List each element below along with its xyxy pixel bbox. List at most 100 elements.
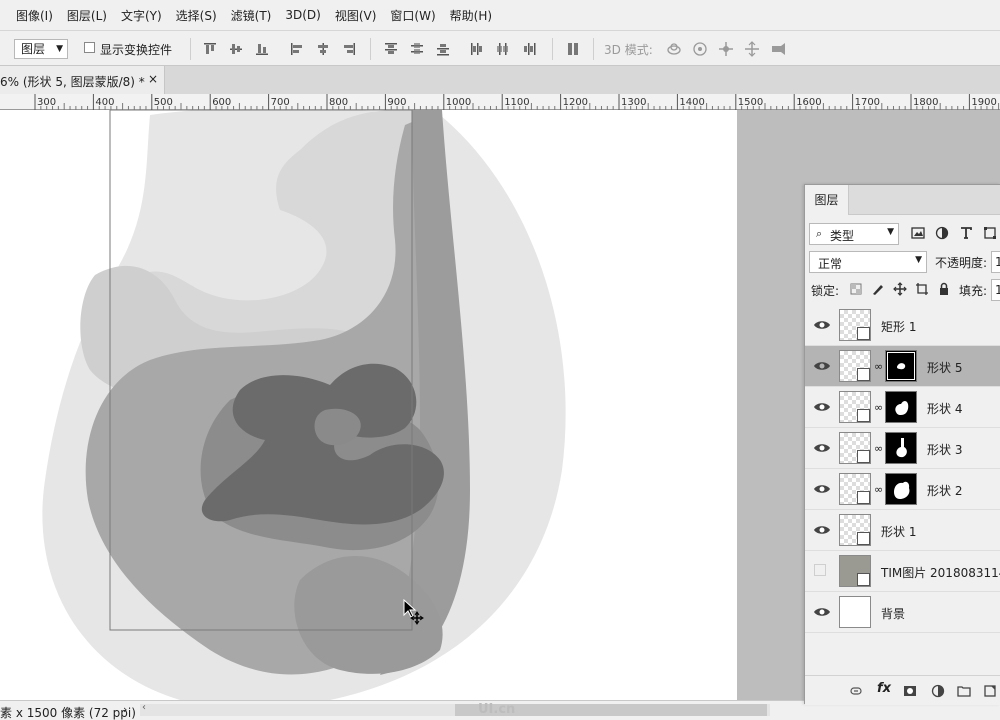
distribute-top-icon[interactable] — [383, 41, 399, 57]
align-left-icon[interactable] — [289, 41, 305, 57]
auto-select-dropdown[interactable]: 图层 ▼ — [14, 39, 68, 59]
fx-icon[interactable]: fx — [877, 681, 891, 696]
move-cursor-icon — [403, 599, 424, 625]
eye-icon[interactable] — [813, 482, 831, 496]
layer-mask-thumbnail[interactable] — [885, 391, 917, 423]
eye-icon[interactable] — [813, 441, 831, 455]
filter-pixel-icon[interactable] — [911, 226, 925, 240]
close-icon[interactable]: × — [148, 72, 158, 86]
layer-name[interactable]: 形状 2 — [927, 482, 962, 499]
eye-icon[interactable] — [813, 359, 831, 373]
layer-row-rect-1[interactable]: 矩形 1 — [805, 305, 1000, 346]
layer-name[interactable]: 形状 1 — [881, 523, 916, 540]
horizontal-scrollbar[interactable] — [140, 704, 770, 716]
3d-orbit-icon[interactable] — [666, 41, 682, 57]
tab-layers[interactable]: 图层 — [805, 185, 849, 215]
status-menu-arrow[interactable]: › — [123, 703, 127, 716]
layer-mask-thumbnail[interactable] — [885, 473, 917, 505]
shape-badge-icon — [857, 450, 870, 463]
layer-row-shape-3[interactable]: ∞ 形状 3 — [805, 428, 1000, 469]
layer-name[interactable]: 形状 5 — [927, 359, 962, 376]
layer-mask-thumbnail[interactable] — [885, 350, 917, 382]
watermark: UI.cn — [478, 702, 516, 717]
3d-roll-icon[interactable] — [692, 41, 708, 57]
add-mask-icon[interactable] — [903, 684, 917, 698]
3d-slide-icon[interactable] — [744, 41, 760, 57]
visibility-toggle-empty[interactable] — [814, 564, 826, 576]
layer-row-shape-1[interactable]: 形状 1 — [805, 510, 1000, 551]
chevron-down-icon: ▼ — [56, 44, 63, 54]
new-group-icon[interactable] — [957, 684, 971, 698]
distribute-bottom-icon[interactable] — [435, 41, 451, 57]
layers-panel-footer: fx — [805, 675, 1000, 705]
toolbar-divider — [370, 38, 371, 60]
toolbar-divider — [190, 38, 191, 60]
link-icon[interactable]: ∞ — [874, 360, 883, 373]
distribute-left-icon[interactable] — [469, 41, 485, 57]
distribute-horizontal-center-icon[interactable] — [495, 41, 511, 57]
opacity-input[interactable]: 1 — [991, 251, 1000, 273]
align-right-icon[interactable] — [341, 41, 357, 57]
link-icon[interactable]: ∞ — [874, 401, 883, 414]
fill-label: 填充: — [959, 284, 988, 298]
layer-row-shape-4[interactable]: ∞ 形状 4 — [805, 387, 1000, 428]
3d-pan-icon[interactable] — [718, 41, 734, 57]
link-icon[interactable]: ∞ — [874, 483, 883, 496]
filter-type-icon[interactable] — [959, 226, 973, 240]
menu-filter[interactable]: 滤镜(T) — [231, 7, 272, 24]
mask-shape-icon — [894, 481, 910, 499]
layer-row-background[interactable]: 背景 — [805, 592, 1000, 633]
align-bottom-icon[interactable] — [254, 41, 270, 57]
layer-name[interactable]: 背景 — [881, 605, 905, 622]
layer-mask-thumbnail[interactable] — [885, 432, 917, 464]
document-canvas[interactable] — [0, 110, 737, 700]
new-adjustment-icon[interactable] — [931, 684, 945, 698]
layer-row-shape-5[interactable]: ∞ 形状 5 — [805, 346, 1000, 387]
layer-name[interactable]: 矩形 1 — [881, 318, 916, 335]
menu-window[interactable]: 窗口(W) — [390, 7, 435, 24]
menu-view[interactable]: 视图(V) — [335, 7, 377, 24]
distribute-vertical-center-icon[interactable] — [409, 41, 425, 57]
lock-transparent-icon[interactable] — [849, 282, 863, 296]
menu-3d[interactable]: 3D(D) — [285, 8, 320, 22]
lock-image-icon[interactable] — [871, 282, 885, 296]
align-horizontal-center-icon[interactable] — [315, 41, 331, 57]
show-transform-checkbox[interactable] — [84, 42, 95, 53]
layer-row-shape-2[interactable]: ∞ 形状 2 — [805, 469, 1000, 510]
blend-mode-dropdown[interactable]: 正常 ▼ — [809, 251, 927, 273]
eye-icon[interactable] — [813, 605, 831, 619]
document-tab[interactable]: 6% (形状 5, 图层蒙版/8) * × — [0, 66, 165, 94]
menu-select[interactable]: 选择(S) — [176, 7, 217, 24]
3d-scale-icon[interactable] — [770, 41, 786, 57]
filter-adjustment-icon[interactable] — [935, 226, 949, 240]
eye-icon[interactable] — [813, 318, 831, 332]
distribute-right-icon[interactable] — [521, 41, 537, 57]
auto-align-icon[interactable] — [565, 41, 581, 57]
align-top-icon[interactable] — [202, 41, 218, 57]
eye-icon[interactable] — [813, 523, 831, 537]
menu-image[interactable]: 图像(I) — [16, 7, 53, 24]
layer-row-tim-image[interactable]: TIM图片 2018083114... — [805, 551, 1000, 592]
lock-all-icon[interactable] — [937, 282, 951, 296]
fill-input[interactable]: 1 — [991, 279, 1000, 301]
layer-filter-dropdown[interactable]: ⌕ 类型 ▼ — [809, 223, 899, 245]
lock-artboard-icon[interactable] — [915, 282, 929, 296]
filter-shape-icon[interactable] — [983, 226, 997, 240]
layer-name[interactable]: 形状 4 — [927, 400, 962, 417]
lock-position-icon[interactable] — [893, 282, 907, 296]
align-vertical-center-icon[interactable] — [228, 41, 244, 57]
link-icon[interactable]: ∞ — [874, 442, 883, 455]
menu-layer[interactable]: 图层(L) — [67, 7, 107, 24]
menu-help[interactable]: 帮助(H) — [450, 7, 492, 24]
scroll-left-arrow[interactable]: ‹ — [142, 702, 146, 713]
eye-icon[interactable] — [813, 400, 831, 414]
toolbar-divider — [552, 38, 553, 60]
layer-name[interactable]: 形状 3 — [927, 441, 962, 458]
chevron-down-icon: ▼ — [915, 255, 922, 265]
new-layer-icon[interactable] — [983, 684, 997, 698]
photoshop-window: 图像(I) 图层(L) 文字(Y) 选择(S) 滤镜(T) 3D(D) 视图(V… — [0, 0, 1000, 720]
mask-shape-icon — [896, 438, 907, 458]
layer-name[interactable]: TIM图片 2018083114... — [881, 564, 1000, 581]
menu-type[interactable]: 文字(Y) — [121, 7, 162, 24]
link-layers-icon[interactable] — [849, 684, 863, 698]
